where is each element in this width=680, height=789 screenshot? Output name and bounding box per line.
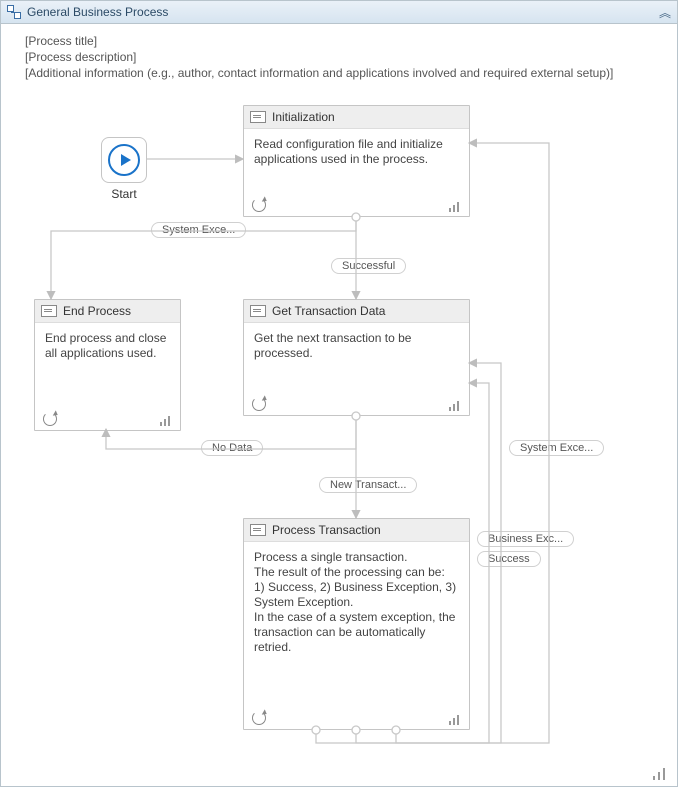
state-machine-icon — [41, 305, 57, 317]
flowchart-panel: General Business Process ︽ [Process titl… — [0, 0, 678, 787]
signal-bars-icon — [160, 416, 172, 426]
state-machine-icon — [250, 305, 266, 317]
node-initialization[interactable]: Initialization Read configuration file a… — [243, 105, 470, 217]
edge-label-business-exception: Business Exc... — [477, 531, 574, 547]
flowchart-canvas[interactable]: [Process title] [Process description] [A… — [1, 23, 677, 786]
node-process-transaction[interactable]: Process Transaction Process a single tra… — [243, 518, 470, 730]
edge-label-new-transaction: New Transact... — [319, 477, 417, 493]
retry-icon — [252, 198, 266, 212]
process-meta: [Process title] [Process description] [A… — [25, 33, 613, 81]
retry-icon — [252, 711, 266, 725]
node-title: Process Transaction — [272, 523, 381, 537]
node-header[interactable]: End Process — [35, 300, 180, 323]
node-header[interactable]: Get Transaction Data — [244, 300, 469, 323]
node-title: Initialization — [272, 110, 335, 124]
panel-header[interactable]: General Business Process ︽ — [1, 1, 677, 24]
panel-title: General Business Process — [27, 5, 168, 19]
signal-bars-icon — [449, 401, 461, 411]
play-icon — [108, 144, 140, 176]
flowchart-icon — [7, 5, 21, 19]
edge-label-system-exception-left: System Exce... — [151, 222, 246, 238]
edge-label-successful: Successful — [331, 258, 406, 274]
process-title-placeholder: [Process title] — [25, 33, 613, 49]
state-machine-icon — [250, 111, 266, 123]
node-end-process[interactable]: End Process End process and close all ap… — [34, 299, 181, 431]
node-body: Read configuration file and initialize a… — [244, 129, 469, 175]
node-body: Get the next transaction to be processed… — [244, 323, 469, 369]
edge-label-no-data: No Data — [201, 440, 263, 456]
start-button[interactable] — [101, 137, 147, 183]
edge-label-system-exception-right: System Exce... — [509, 440, 604, 456]
start-label: Start — [101, 187, 147, 201]
node-header[interactable]: Initialization — [244, 106, 469, 129]
collapse-chevron-icon[interactable]: ︽ — [659, 4, 671, 21]
process-additional-info-placeholder: [Additional information (e.g., author, c… — [25, 65, 613, 81]
node-header[interactable]: Process Transaction — [244, 519, 469, 542]
node-title: Get Transaction Data — [272, 304, 385, 318]
signal-bars-icon — [449, 202, 461, 212]
retry-icon — [43, 412, 57, 426]
start-node[interactable]: Start — [101, 137, 147, 201]
node-title: End Process — [63, 304, 131, 318]
process-description-placeholder: [Process description] — [25, 49, 613, 65]
state-machine-icon — [250, 524, 266, 536]
edge-label-success: Success — [477, 551, 541, 567]
signal-bars-icon — [449, 715, 461, 725]
retry-icon — [252, 397, 266, 411]
node-body: Process a single transaction. The result… — [244, 542, 469, 663]
signal-bars-icon — [653, 768, 667, 780]
node-body: End process and close all applications u… — [35, 323, 180, 369]
node-get-transaction-data[interactable]: Get Transaction Data Get the next transa… — [243, 299, 470, 416]
